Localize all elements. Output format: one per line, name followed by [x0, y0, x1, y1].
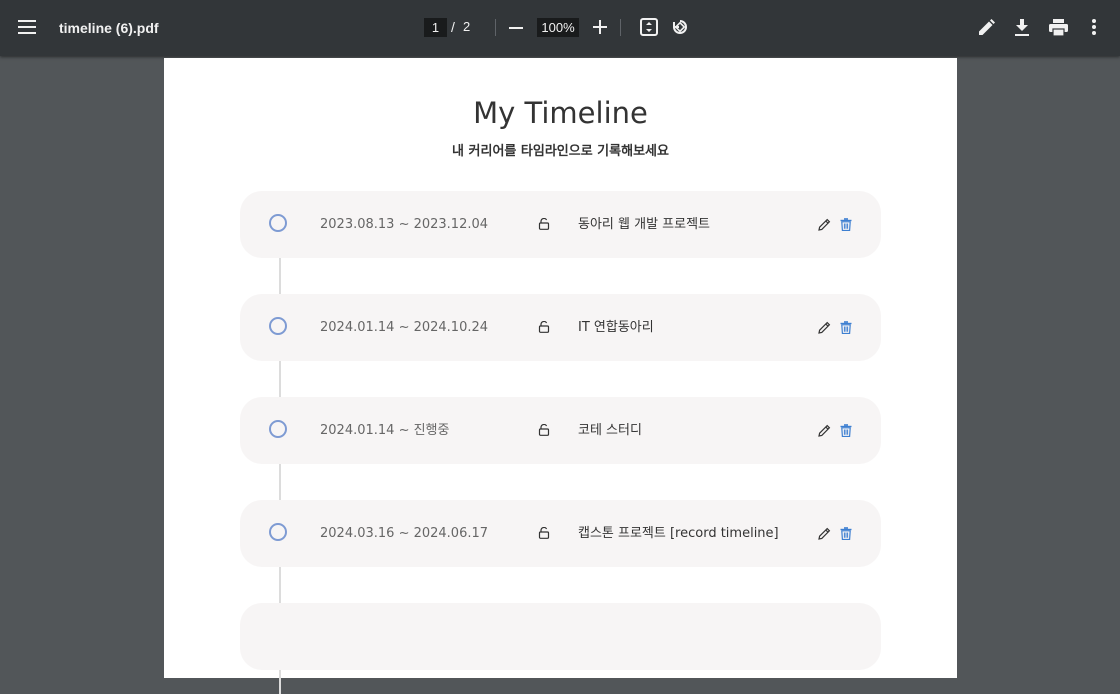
timeline-date: 2024.01.14 ~ 2024.10.24	[320, 320, 489, 335]
trash-icon[interactable]	[840, 527, 852, 540]
timeline-item: 2024.01.14 ~ 2024.10.24 IT 연합동아리	[240, 294, 881, 361]
download-icon[interactable]	[1011, 16, 1033, 38]
trash-icon[interactable]	[840, 424, 852, 437]
print-icon[interactable]	[1046, 16, 1070, 38]
unlock-icon	[538, 218, 550, 230]
toolbar-divider	[620, 19, 621, 36]
edit-pencil-icon[interactable]	[818, 321, 831, 334]
toolbar-divider	[495, 19, 496, 36]
timeline-dot	[269, 523, 287, 541]
page-subtitle: 내 커리어를 타임라인으로 기록해보세요	[452, 144, 669, 159]
unlock-icon	[538, 527, 550, 539]
page-number-input[interactable]	[424, 18, 447, 37]
page-separator: /	[451, 19, 455, 35]
timeline-title: 캡스톤 프로젝트 [record timeline]	[578, 526, 779, 541]
timeline-date: 2024.01.14 ~ 진행중	[320, 423, 450, 438]
hamburger-menu-icon[interactable]	[16, 16, 38, 38]
timeline-title: IT 연합동아리	[578, 320, 654, 335]
total-pages: 2	[463, 19, 471, 34]
timeline-dot	[269, 420, 287, 438]
timeline-item	[240, 603, 881, 670]
fit-page-icon[interactable]	[638, 16, 660, 38]
trash-icon[interactable]	[840, 321, 852, 334]
timeline-item: 2023.08.13 ~ 2023.12.04 동아리 웹 개발 프로젝트	[240, 191, 881, 258]
timeline-dot	[269, 317, 287, 335]
page-title: My Timeline	[473, 96, 648, 130]
timeline-dot	[269, 214, 287, 232]
edit-pencil-icon[interactable]	[818, 424, 831, 437]
pdf-toolbar: timeline (6).pdf / 2	[0, 0, 1120, 56]
timeline-title: 코테 스터디	[578, 423, 642, 438]
pdf-page: My Timeline 내 커리어를 타임라인으로 기록해보세요 2023.08…	[164, 58, 957, 694]
plus-icon[interactable]	[589, 16, 611, 38]
timeline-title: 동아리 웹 개발 프로젝트	[578, 217, 710, 232]
unlock-icon	[538, 424, 550, 436]
pencil-icon[interactable]	[975, 16, 997, 38]
trash-icon[interactable]	[840, 218, 852, 231]
rotate-icon[interactable]	[669, 16, 691, 38]
minus-icon[interactable]	[505, 17, 527, 39]
document-title: timeline (6).pdf	[59, 20, 159, 36]
timeline-date: 2024.03.16 ~ 2024.06.17	[320, 526, 489, 541]
more-vert-icon[interactable]	[1083, 16, 1105, 38]
zoom-input[interactable]	[537, 18, 579, 37]
edit-pencil-icon[interactable]	[818, 218, 831, 231]
timeline-item: 2024.01.14 ~ 진행중 코테 스터디	[240, 397, 881, 464]
timeline-item: 2024.03.16 ~ 2024.06.17 캡스톤 프로젝트 [record…	[240, 500, 881, 567]
timeline-date: 2023.08.13 ~ 2023.12.04	[320, 217, 489, 232]
unlock-icon	[538, 321, 550, 333]
edit-pencil-icon[interactable]	[818, 527, 831, 540]
